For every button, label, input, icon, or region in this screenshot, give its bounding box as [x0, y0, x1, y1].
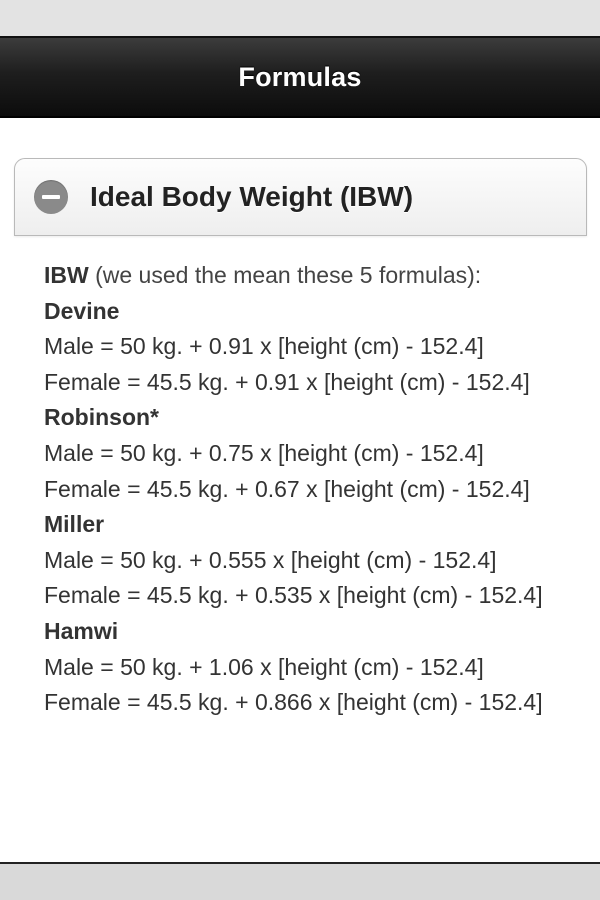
formula-male: Male = 50 kg. + 1.06 x [height (cm) - 15… [44, 653, 484, 680]
formula-name: Miller [44, 511, 105, 538]
section-title: Ideal Body Weight (IBW) [90, 181, 414, 212]
status-bar-area [0, 0, 600, 36]
formula-list: IBW (we used the mean these 5 formulas):… [44, 258, 564, 721]
formula-name: Hamwi [44, 617, 119, 644]
bottom-bar [0, 862, 600, 900]
intro-text: (we used the mean these 5 formulas): [88, 262, 482, 288]
intro-label: IBW [44, 262, 89, 288]
formula-male: Male = 50 kg. + 0.555 x [height (cm) - 1… [44, 546, 497, 573]
formula-female: Female = 45.5 kg. + 0.866 x [height (cm)… [44, 689, 543, 716]
intro-line: IBW (we used the mean these 5 formulas): [44, 258, 564, 294]
formula-female: Female = 45.5 kg. + 0.535 x [height (cm)… [44, 582, 543, 609]
formula-name: Robinson* [44, 404, 159, 431]
formula-name: Devine [44, 297, 120, 324]
content-area: Ideal Body Weight (IBW) IBW (we used the… [0, 118, 600, 862]
formula-male: Male = 50 kg. + 0.91 x [height (cm) - 15… [44, 333, 484, 360]
formula-female: Female = 45.5 kg. + 0.91 x [height (cm) … [44, 368, 530, 395]
formula-male: Male = 50 kg. + 0.75 x [height (cm) - 15… [44, 439, 484, 466]
formula-female: Female = 45.5 kg. + 0.67 x [height (cm) … [44, 475, 530, 502]
header-bar: Formulas [0, 36, 600, 118]
minus-circle-icon[interactable] [34, 180, 68, 214]
ibw-collapsible-header[interactable]: Ideal Body Weight (IBW) [14, 158, 587, 236]
page-title: Formulas [238, 61, 362, 92]
